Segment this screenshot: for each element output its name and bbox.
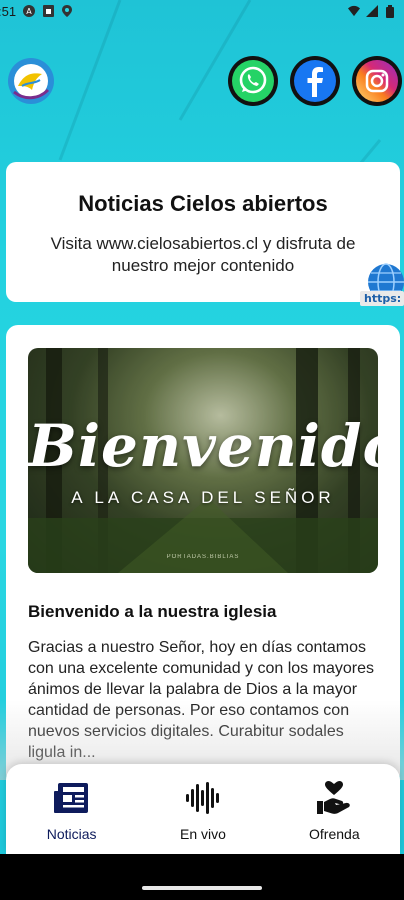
newspaper-icon [17, 780, 127, 816]
nav-item-noticias[interactable]: Noticias [17, 764, 127, 842]
hero-subtitle: A LA CASA DEL SEÑOR [71, 488, 335, 507]
nav-label-en-vivo: En vivo [180, 826, 226, 842]
status-bar: :51 A [0, 0, 404, 22]
facebook-icon[interactable] [290, 56, 340, 106]
nav-label-noticias: Noticias [46, 826, 97, 842]
battery-icon [384, 4, 396, 18]
system-navigation-bar [0, 854, 404, 900]
hero-watermark: PORTADAS.BIBLIAS [166, 554, 240, 560]
news-card-text: Visita www.cielosabiertos.cl y disfruta … [50, 234, 356, 275]
church-dove-logo[interactable] [6, 56, 56, 106]
news-card[interactable]: Noticias Cielos abiertos Visita www.ciel… [6, 162, 400, 302]
nav-item-ofrenda[interactable]: Ofrenda [279, 764, 389, 842]
post-card[interactable]: Bienvenidos A LA CASA DEL SEÑOR PORTADAS… [6, 325, 400, 785]
web-globe-icon[interactable]: https: [360, 262, 404, 310]
instagram-icon[interactable] [352, 56, 402, 106]
wifi-icon [348, 5, 360, 17]
web-badge-text: https: [364, 292, 401, 305]
location-icon [61, 5, 73, 17]
signal-icon [366, 5, 378, 17]
sim-icon [42, 5, 54, 17]
news-card-title: Noticias Cielos abiertos [78, 191, 328, 216]
a-icon: A [23, 5, 36, 17]
bottom-navigation: Noticias En vivo Ofrenda [6, 764, 400, 854]
post-body: Gracias a nuestro Señor, hoy en días con… [28, 639, 374, 761]
audio-wave-icon [148, 780, 258, 816]
post-hero-image: Bienvenidos A LA CASA DEL SEÑOR PORTADAS… [28, 348, 378, 573]
svg-text:A: A [26, 7, 32, 16]
hero-title: Bienvenidos [28, 412, 378, 480]
nav-label-ofrenda: Ofrenda [309, 826, 360, 842]
whatsapp-icon[interactable] [228, 56, 278, 106]
nav-item-en-vivo[interactable]: En vivo [148, 764, 258, 842]
heart-hand-icon [279, 780, 389, 816]
post-title: Bienvenido a la nuestra iglesia [28, 602, 277, 621]
status-time: :51 [0, 3, 17, 19]
home-indicator[interactable] [142, 886, 262, 890]
